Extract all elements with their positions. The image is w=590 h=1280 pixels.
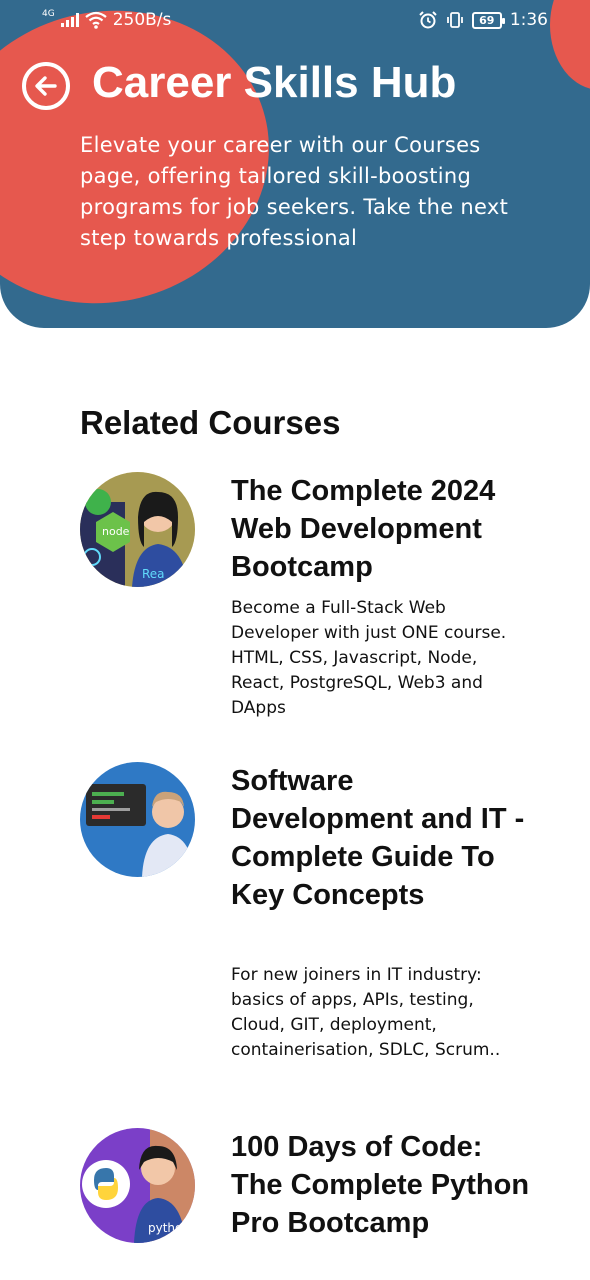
network-type: 4G <box>42 9 55 19</box>
thumb-label: node <box>102 525 130 538</box>
section-title: Related Courses <box>80 404 341 441</box>
battery-icon: 69 <box>471 11 505 29</box>
status-bar: 4G 250B/s 69 1:36 <box>0 0 590 40</box>
clock: 1:36 <box>509 10 548 30</box>
network-speed: 250B/s <box>112 10 172 30</box>
signal-icon <box>60 13 79 27</box>
thumb-label: pytho <box>148 1221 182 1235</box>
course-description: Become a Full-Stack Web Developer with j… <box>231 598 507 718</box>
page-title: Career Skills Hub <box>92 58 457 107</box>
course-title[interactable]: 100 Days of Code: The Complete Python Pr… <box>231 1128 531 1242</box>
course-thumbnail[interactable]: node Rea <box>80 472 195 587</box>
course-card[interactable]: pytho 100 Days of Code: The Complete Pyt… <box>80 1128 550 1280</box>
thumb-label: Rea <box>142 567 165 581</box>
header-banner: 4G 250B/s 69 1:36 Career Skills Hub Elev… <box>0 0 590 328</box>
vibrate-icon <box>446 12 463 28</box>
course-title[interactable]: Software Development and IT - Complete G… <box>231 762 531 914</box>
course-card[interactable]: Software Development and IT - Complete G… <box>80 762 550 1092</box>
page-description: Elevate your career with our Courses pag… <box>80 133 509 250</box>
course-card[interactable]: node Rea The Complete 2024 Web Developme… <box>80 472 550 732</box>
course-thumbnail[interactable]: pytho <box>80 1128 195 1243</box>
course-title[interactable]: The Complete 2024 Web Development Bootca… <box>231 472 531 586</box>
wifi-icon <box>85 11 107 29</box>
battery-level: 69 <box>479 13 495 27</box>
alarm-icon <box>419 11 437 29</box>
back-button[interactable] <box>22 62 70 110</box>
course-description: For new joiners in IT industry: basics o… <box>231 965 501 1060</box>
course-thumbnail[interactable] <box>80 762 195 877</box>
back-arrow-icon <box>35 76 57 96</box>
